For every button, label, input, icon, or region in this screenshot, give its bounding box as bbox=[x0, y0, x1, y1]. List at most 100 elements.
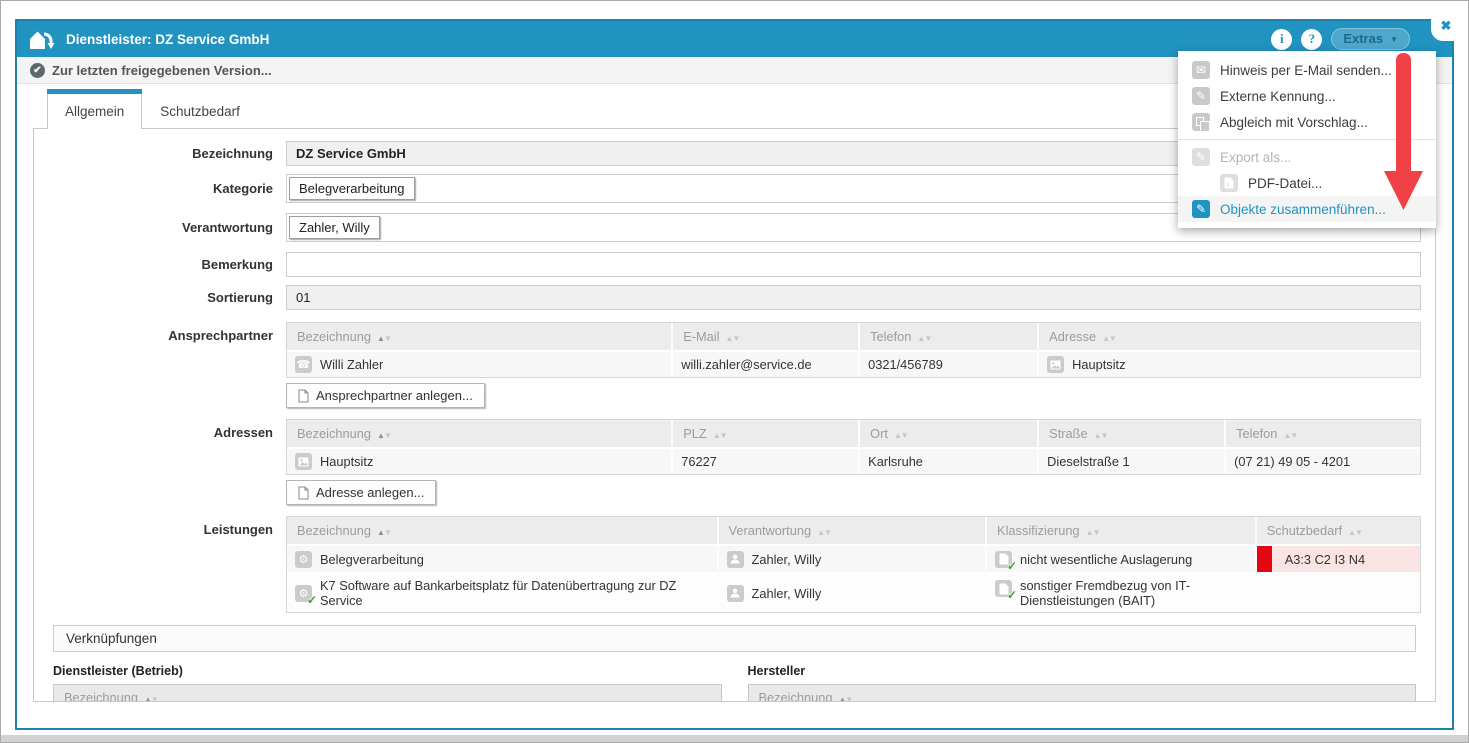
bezeichnung-label: Bezeichnung bbox=[34, 146, 286, 161]
col-header-bezeichnung[interactable]: Bezeichnung bbox=[287, 420, 672, 448]
tab-schutzbedarf[interactable]: Schutzbedarf bbox=[142, 93, 258, 128]
tab-allgemein-label: Allgemein bbox=[65, 104, 124, 119]
menu-item-pdf-datei[interactable]: A PDF-Datei... bbox=[1178, 170, 1436, 196]
menu-item-objekte-zusammenfuehren[interactable]: ✎ Objekte zusammenführen... bbox=[1178, 196, 1436, 222]
ansprechpartner-table: Bezeichnung E-Mail Telefon Adresse ☎ Wil… bbox=[287, 323, 1420, 377]
section-adressen: Adressen Bezeichnung PLZ Ort Straße Tele… bbox=[34, 419, 1435, 512]
service-gear-icon: ⚙ bbox=[295, 551, 312, 568]
section-leistungen: Leistungen Bezeichnung Verantwortung Kla… bbox=[34, 516, 1435, 613]
tab-schutzbedarf-label: Schutzbedarf bbox=[160, 104, 240, 119]
person-icon bbox=[727, 551, 744, 568]
schutzbedarf-value: A3:3 C2 I3 N4 bbox=[1285, 552, 1365, 567]
new-document-icon bbox=[298, 389, 309, 403]
info-button[interactable]: i bbox=[1271, 29, 1292, 50]
help-button[interactable]: ? bbox=[1301, 29, 1322, 50]
extras-button[interactable]: Extras ▼ bbox=[1331, 28, 1410, 50]
menu-item-hinweis-email[interactable]: ✉ Hinweis per E-Mail senden... bbox=[1178, 57, 1436, 83]
extras-label: Extras bbox=[1343, 31, 1383, 46]
sort-icon bbox=[1096, 334, 1116, 343]
page-title: Dienstleister: DZ Service GmbH bbox=[66, 32, 269, 47]
leistungen-table: Bezeichnung Verantwortung Klassifizierun… bbox=[287, 517, 1420, 612]
sortierung-field[interactable] bbox=[286, 285, 1421, 310]
sort-icon bbox=[138, 695, 158, 702]
sort-icon bbox=[371, 431, 391, 440]
sort-icon bbox=[719, 334, 739, 343]
sort-icon bbox=[371, 334, 391, 343]
contact-icon: ☎ bbox=[295, 356, 312, 373]
col-header-schutzbedarf[interactable]: Schutzbedarf bbox=[1256, 517, 1420, 545]
col-header-bezeichnung[interactable]: Bezeichnung bbox=[287, 517, 718, 545]
classification-icon: ✓ bbox=[995, 580, 1012, 597]
col-header-telefon[interactable]: Telefon bbox=[1225, 420, 1420, 448]
adressen-label: Adressen bbox=[34, 419, 286, 440]
empty-table-header[interactable]: Bezeichnung bbox=[53, 684, 722, 702]
adressen-table: Bezeichnung PLZ Ort Straße Telefon bbox=[287, 420, 1420, 474]
screen: Dienstleister: DZ Service GmbH i ? Extra… bbox=[0, 0, 1469, 743]
ansprechpartner-label: Ansprechpartner bbox=[34, 322, 286, 343]
check-icon: ✓ bbox=[1007, 588, 1017, 602]
bemerkung-field[interactable] bbox=[286, 252, 1421, 277]
sort-icon bbox=[1277, 431, 1297, 440]
copy-icon bbox=[1192, 113, 1210, 131]
table-row[interactable]: Hauptsitz 76227 Karlsruhe Dieselstraße 1… bbox=[287, 448, 1420, 474]
dienstleister-betrieb-label: Dienstleister (Betrieb) bbox=[53, 664, 722, 678]
kategorie-chip[interactable]: Belegverarbeitung bbox=[289, 177, 415, 200]
titlebar-actions: i ? Extras ▼ bbox=[1271, 28, 1440, 50]
verantwortung-label: Verantwortung bbox=[34, 220, 286, 235]
ansprechpartner-anlegen-button[interactable]: Ansprechpartner anlegen... bbox=[286, 383, 485, 408]
schutzbedarf-red-flag bbox=[1257, 546, 1272, 572]
dienstleister-icon bbox=[29, 28, 56, 51]
hersteller-label: Hersteller bbox=[748, 664, 1417, 678]
col-header-telefon[interactable]: Telefon bbox=[859, 323, 1038, 351]
menu-separator bbox=[1178, 139, 1436, 140]
sort-icon bbox=[1080, 528, 1100, 537]
close-button[interactable]: ✖ bbox=[1431, 10, 1461, 41]
sort-icon bbox=[811, 528, 831, 537]
table-row[interactable]: ☎ Willi Zahler willi.zahler@service.de 0… bbox=[287, 351, 1420, 377]
check-icon: ✓ bbox=[1007, 559, 1017, 573]
sort-icon bbox=[888, 431, 908, 440]
col-header-plz[interactable]: PLZ bbox=[672, 420, 859, 448]
col-header-klassifizierung[interactable]: Klassifizierung bbox=[986, 517, 1256, 545]
extras-menu: ✉ Hinweis per E-Mail senden... ✎ Externe… bbox=[1178, 51, 1436, 228]
export-icon: ✎ bbox=[1192, 148, 1210, 166]
col-header-verantwortung[interactable]: Verantwortung bbox=[718, 517, 987, 545]
check-circle-icon: ✔ bbox=[30, 63, 45, 78]
chevron-down-icon: ▼ bbox=[1390, 34, 1398, 44]
field-row-bemerkung: Bemerkung bbox=[34, 252, 1435, 277]
section-ansprechpartner: Ansprechpartner Bezeichnung E-Mail Telef… bbox=[34, 322, 1435, 415]
col-header-adresse[interactable]: Adresse bbox=[1038, 323, 1420, 351]
sort-icon bbox=[911, 334, 931, 343]
verknuepfungen-header: Verknüpfungen bbox=[53, 625, 1416, 652]
address-icon bbox=[295, 453, 312, 470]
tab-allgemein[interactable]: Allgemein bbox=[47, 93, 142, 128]
table-row[interactable]: ⚙ Belegverarbeitung Zahler, Willy bbox=[287, 545, 1420, 573]
merge-icon: ✎ bbox=[1192, 200, 1210, 218]
adresse-anlegen-button[interactable]: Adresse anlegen... bbox=[286, 480, 436, 505]
col-header-email[interactable]: E-Mail bbox=[672, 323, 859, 351]
col-header-bezeichnung[interactable]: Bezeichnung bbox=[287, 323, 672, 351]
check-icon: ✓ bbox=[307, 593, 317, 607]
verantwortung-chip[interactable]: Zahler, Willy bbox=[289, 216, 380, 239]
col-header-strasse[interactable]: Straße bbox=[1038, 420, 1225, 448]
sortierung-label: Sortierung bbox=[34, 290, 286, 305]
col-header-ort[interactable]: Ort bbox=[859, 420, 1038, 448]
version-link-label: Zur letzten freigegebenen Version... bbox=[52, 63, 272, 78]
new-document-icon bbox=[298, 486, 309, 500]
envelope-icon: ✉ bbox=[1192, 61, 1210, 79]
empty-table-header[interactable]: Bezeichnung bbox=[748, 684, 1417, 702]
field-row-sortierung: Sortierung bbox=[34, 285, 1435, 310]
table-row[interactable]: ⚙ ✓ K7 Software auf Bankarbeitsplatz für… bbox=[287, 573, 1420, 612]
menu-item-externe-kennung[interactable]: ✎ Externe Kennung... bbox=[1178, 83, 1436, 109]
sort-icon bbox=[833, 695, 853, 702]
section-verknuepfungen: Verknüpfungen Dienstleister (Betrieb) Be… bbox=[53, 625, 1416, 702]
sort-icon bbox=[371, 528, 391, 537]
menu-item-export-als: ✎ Export als... bbox=[1178, 144, 1436, 170]
menu-item-abgleich-vorschlag[interactable]: Abgleich mit Vorschlag... bbox=[1178, 109, 1436, 135]
bemerkung-label: Bemerkung bbox=[34, 257, 286, 272]
sort-icon bbox=[707, 431, 727, 440]
service-gear-icon: ⚙ ✓ bbox=[295, 585, 312, 602]
classification-icon: ✓ bbox=[995, 551, 1012, 568]
sort-icon bbox=[1088, 431, 1108, 440]
address-icon bbox=[1047, 356, 1064, 373]
